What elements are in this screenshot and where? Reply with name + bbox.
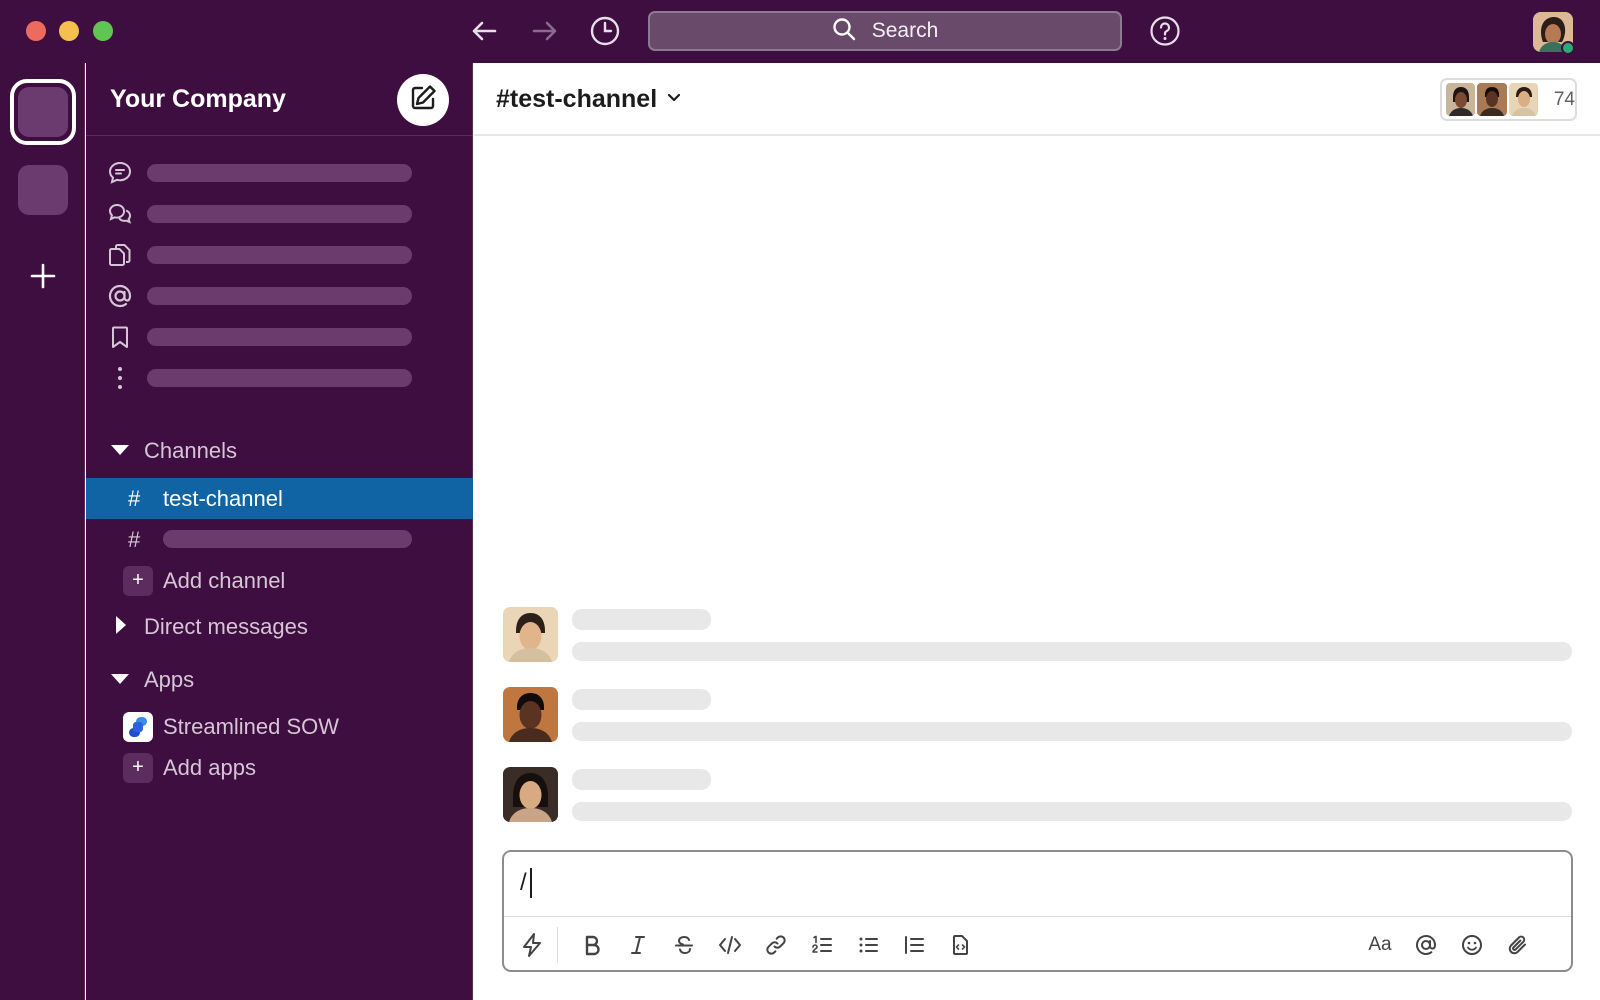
apps-section-toggle[interactable]: Apps bbox=[110, 664, 194, 696]
message-skeleton bbox=[503, 607, 1572, 662]
workspace-active[interactable] bbox=[10, 79, 76, 145]
nav-item-dms[interactable] bbox=[106, 199, 416, 229]
format-text-label: Aa bbox=[1368, 934, 1392, 955]
emoji-icon[interactable] bbox=[1454, 927, 1490, 963]
numbered-list-icon[interactable] bbox=[804, 927, 840, 963]
mention-icon[interactable] bbox=[1408, 927, 1444, 963]
sidebar: Your Company Channels # test-channel # +… bbox=[86, 63, 473, 1000]
history-clock-icon[interactable] bbox=[587, 13, 623, 49]
dms-icon bbox=[106, 200, 134, 228]
app-name: Streamlined SOW bbox=[163, 713, 340, 739]
channel-header: #test-channel 74 bbox=[474, 63, 1600, 136]
bulleted-list-icon[interactable] bbox=[850, 927, 886, 963]
sidebar-header: Your Company bbox=[86, 63, 473, 136]
text-caret bbox=[529, 868, 532, 898]
message-input-value: / bbox=[520, 869, 527, 896]
channel-name-skeleton bbox=[163, 530, 412, 548]
add-channel-label: Add channel bbox=[163, 567, 286, 593]
channel-title-button[interactable]: #test-channel bbox=[496, 85, 683, 114]
mentions-icon bbox=[106, 282, 134, 310]
bold-icon[interactable] bbox=[574, 927, 610, 963]
message-input[interactable]: / bbox=[520, 868, 532, 898]
format-text-button[interactable]: Aa bbox=[1362, 927, 1398, 963]
channels-section-label: Channels bbox=[144, 438, 237, 463]
channel-hash-icon: # bbox=[128, 485, 141, 511]
threads-icon bbox=[106, 159, 134, 187]
nav-item-more[interactable] bbox=[106, 363, 416, 393]
nav-item-saved[interactable] bbox=[106, 322, 416, 352]
toolbar-divider bbox=[557, 927, 558, 963]
member-avatar bbox=[1446, 83, 1476, 116]
message-skeleton bbox=[503, 687, 1572, 742]
sidebar-channel-test-channel[interactable]: # test-channel bbox=[86, 478, 473, 519]
channel-name: test-channel bbox=[163, 485, 283, 511]
code-icon[interactable] bbox=[712, 927, 748, 963]
channel-hash-icon: # bbox=[128, 526, 141, 552]
nav-item-mentions[interactable] bbox=[106, 281, 416, 311]
search-bar[interactable]: Search bbox=[648, 11, 1122, 51]
workspace-rail bbox=[0, 63, 85, 1000]
files-icon bbox=[106, 241, 134, 269]
caret-down-icon bbox=[110, 668, 130, 693]
add-apps-label: Add apps bbox=[163, 754, 256, 780]
code-block-icon[interactable] bbox=[942, 927, 978, 963]
compose-button[interactable] bbox=[397, 74, 449, 126]
direct-messages-section-toggle[interactable]: Direct messages bbox=[110, 611, 308, 643]
add-channel-plus-icon: + bbox=[123, 565, 153, 596]
caret-right-icon bbox=[110, 615, 130, 640]
shortcuts-lightning-icon[interactable] bbox=[514, 927, 550, 963]
minimize-window-button[interactable] bbox=[59, 21, 79, 41]
link-icon[interactable] bbox=[758, 927, 794, 963]
more-icon bbox=[106, 364, 134, 392]
saved-icon bbox=[106, 323, 134, 351]
add-workspace-icon[interactable] bbox=[24, 257, 62, 295]
zoom-window-button[interactable] bbox=[93, 21, 113, 41]
search-label: Search bbox=[871, 19, 939, 42]
help-icon[interactable] bbox=[1147, 13, 1183, 49]
streamlined-sow-app-icon bbox=[123, 711, 153, 742]
blockquote-icon[interactable] bbox=[896, 927, 932, 963]
workspace-secondary[interactable] bbox=[18, 165, 68, 215]
sidebar-channel-placeholder[interactable]: # bbox=[86, 519, 473, 560]
channel-view: #test-channel 74 / Aa bbox=[474, 63, 1600, 1000]
slack-window: Search Your Company Channels # test-chan… bbox=[0, 0, 1600, 1000]
italic-icon[interactable] bbox=[620, 927, 656, 963]
message-composer[interactable]: / Aa bbox=[502, 850, 1573, 972]
sidebar-app-streamlined-sow[interactable]: Streamlined SOW bbox=[86, 706, 473, 747]
add-channel-button[interactable]: + Add channel bbox=[86, 560, 473, 601]
attachment-icon[interactable] bbox=[1500, 927, 1536, 963]
nav-item-files[interactable] bbox=[106, 240, 416, 270]
compose-icon bbox=[408, 83, 438, 118]
direct-messages-section-label: Direct messages bbox=[144, 614, 308, 639]
member-avatar bbox=[1508, 83, 1538, 116]
workspace-name[interactable]: Your Company bbox=[110, 85, 286, 114]
chevron-down-icon bbox=[665, 88, 683, 111]
forward-arrow-icon[interactable] bbox=[527, 13, 563, 49]
user-avatar[interactable] bbox=[503, 687, 558, 742]
member-count: 74 bbox=[1553, 88, 1575, 110]
channel-title: #test-channel bbox=[496, 85, 658, 113]
user-avatar[interactable] bbox=[503, 607, 558, 662]
members-button[interactable]: 74 bbox=[1440, 78, 1577, 121]
add-apps-button[interactable]: + Add apps bbox=[86, 747, 473, 788]
user-avatar[interactable] bbox=[503, 767, 558, 822]
composer-toolbar: Aa bbox=[504, 916, 1571, 972]
back-arrow-icon[interactable] bbox=[466, 13, 502, 49]
title-bar: Search bbox=[0, 0, 1600, 63]
strikethrough-icon[interactable] bbox=[666, 927, 702, 963]
search-icon bbox=[832, 17, 856, 46]
message-skeleton bbox=[503, 767, 1572, 822]
add-apps-plus-icon: + bbox=[123, 752, 153, 783]
caret-down-icon bbox=[110, 439, 130, 464]
member-avatar bbox=[1477, 83, 1507, 116]
presence-indicator bbox=[1561, 41, 1575, 55]
close-window-button[interactable] bbox=[26, 21, 46, 41]
nav-item-threads[interactable] bbox=[106, 158, 416, 188]
channels-section-toggle[interactable]: Channels bbox=[110, 435, 237, 467]
apps-section-label: Apps bbox=[144, 667, 195, 692]
